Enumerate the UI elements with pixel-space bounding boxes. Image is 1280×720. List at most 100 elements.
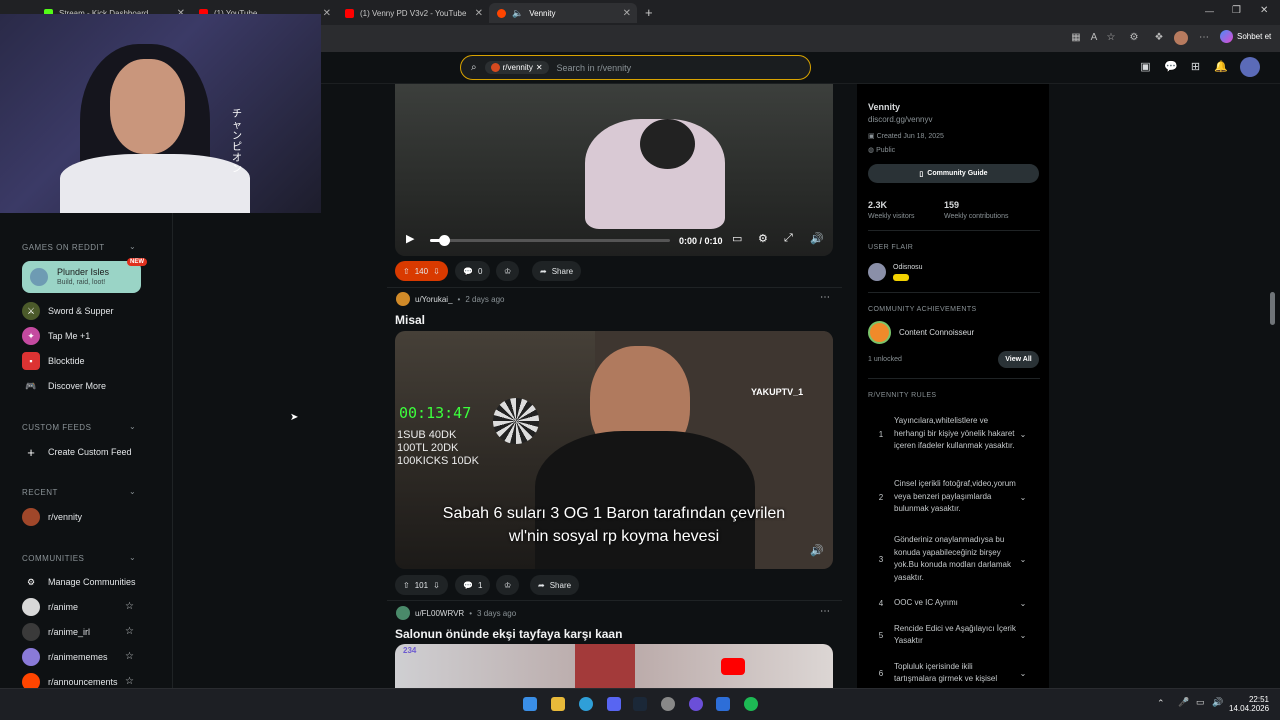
chevron-down-icon[interactable]: ⌄ bbox=[1016, 555, 1030, 564]
extensions-icon[interactable]: ⚙ bbox=[1127, 31, 1141, 45]
post2-comments-button[interactable]: 💬 1 bbox=[455, 575, 491, 595]
split-screen-icon[interactable]: ▦ bbox=[1069, 31, 1083, 45]
close-tab-icon[interactable]: ✕ bbox=[475, 8, 483, 19]
close-tab-icon[interactable]: ✕ bbox=[323, 8, 331, 19]
read-aloud-icon[interactable]: A bbox=[1087, 31, 1101, 45]
community-guide-button[interactable]: ▯ Community Guide bbox=[868, 164, 1039, 183]
downvote-icon[interactable]: ⇩ bbox=[433, 581, 440, 590]
rule-item[interactable]: 2 Cinsel içerikli fotoğraf,video,yorum v… bbox=[868, 472, 1040, 522]
play-icon[interactable]: ▶ bbox=[406, 232, 414, 245]
obs-icon[interactable] bbox=[661, 697, 675, 711]
settings-gear-icon[interactable]: ⚙ bbox=[758, 232, 768, 245]
chevron-down-icon[interactable]: ⌄ bbox=[1016, 631, 1030, 640]
rule-item[interactable]: 5 Rencide Edici ve Aşağılayıcı İçerik Ya… bbox=[868, 622, 1040, 648]
chevron-down-icon[interactable]: ⌄ bbox=[129, 553, 136, 562]
chevron-down-icon[interactable]: ⌄ bbox=[1016, 669, 1030, 678]
new-tab-button[interactable]: + bbox=[645, 5, 653, 20]
post1-share-button[interactable]: ➦ Share bbox=[532, 261, 582, 281]
favorite-star-icon[interactable]: ☆ bbox=[125, 651, 134, 662]
edge-browser-icon[interactable] bbox=[579, 697, 593, 711]
network-icon[interactable]: ▭ bbox=[1196, 697, 1205, 708]
rule-item[interactable]: 3 Gönderiniz onaylanmadıysa bu konuda ya… bbox=[868, 534, 1040, 584]
game-blocktide[interactable]: ▪ Blocktide bbox=[22, 352, 85, 370]
downvote-icon[interactable]: ⇩ bbox=[433, 267, 440, 276]
start-menu-icon[interactable] bbox=[523, 697, 537, 711]
tab-venny-youtube[interactable]: (1) Venny PD V3v2 - YouTube ✕ bbox=[337, 3, 489, 23]
video-progress-knob[interactable] bbox=[439, 235, 451, 246]
chat-icon[interactable]: 💬 bbox=[1164, 61, 1178, 74]
rule-item[interactable]: 1 Yayıncılara,whitelistlere ve herhangi … bbox=[868, 409, 1040, 459]
minimize-button[interactable]: — bbox=[1205, 6, 1214, 16]
community-item-anime[interactable]: r/anime bbox=[22, 598, 78, 616]
app-icon[interactable] bbox=[716, 697, 730, 711]
rule-item[interactable]: 4 OOC ve IC Ayrımı ⌄ bbox=[868, 595, 1040, 611]
rule-item[interactable]: 6 Topluluk içerisinde ikili tartışmalara… bbox=[868, 660, 1040, 686]
post2-share-button[interactable]: ➦ Share bbox=[530, 575, 580, 595]
post3-video[interactable]: 234 bbox=[395, 644, 833, 688]
app-icon[interactable] bbox=[689, 697, 703, 711]
post-more-icon[interactable]: ⋯ bbox=[820, 292, 830, 303]
discover-more-games[interactable]: 🎮 Discover More bbox=[22, 377, 106, 395]
volume-icon[interactable]: 🔊 bbox=[810, 544, 824, 557]
chevron-down-icon[interactable]: ⌄ bbox=[129, 242, 136, 251]
chevron-down-icon[interactable]: ⌄ bbox=[129, 422, 136, 431]
post-more-icon[interactable]: ⋯ bbox=[820, 606, 830, 617]
favorite-star-icon[interactable]: ☆ bbox=[1104, 31, 1118, 45]
search-community-chip[interactable]: r/vennity ✕ bbox=[484, 61, 549, 74]
post2-award-button[interactable]: ♔ bbox=[496, 575, 520, 595]
flair-avatar[interactable] bbox=[868, 263, 886, 281]
create-post-icon[interactable]: ⊞ bbox=[1189, 61, 1202, 74]
upvote-icon[interactable]: ⇧ bbox=[403, 581, 410, 590]
post-title[interactable]: Misal bbox=[395, 313, 425, 327]
expand-icon[interactable]: ⤢ bbox=[784, 232, 793, 245]
spotify-icon[interactable] bbox=[744, 697, 758, 711]
author-avatar[interactable] bbox=[396, 292, 410, 306]
close-tab-icon[interactable]: ✕ bbox=[623, 8, 631, 19]
author-avatar[interactable] bbox=[396, 606, 410, 620]
maximize-button[interactable]: ❐ bbox=[1232, 5, 1241, 16]
copilot-button[interactable]: Sohbet et bbox=[1220, 30, 1271, 43]
create-custom-feed[interactable]: + Create Custom Feed bbox=[22, 443, 131, 461]
view-all-button[interactable]: View All bbox=[998, 351, 1039, 368]
post1-award-button[interactable]: ♔ bbox=[496, 261, 520, 281]
chevron-down-icon[interactable]: ⌄ bbox=[1016, 430, 1030, 439]
page-scrollbar[interactable] bbox=[1270, 292, 1275, 325]
chevron-down-icon[interactable]: ⌄ bbox=[129, 487, 136, 496]
post2-video[interactable]: 00:13:47 1SUB 40DK 100TL 20DK 100KICKS 1… bbox=[395, 331, 833, 569]
post-author[interactable]: u/FL00WRVR bbox=[415, 609, 464, 618]
search-input[interactable]: Search in r/vennity bbox=[557, 63, 632, 73]
notifications-bell-icon[interactable]: 🔔 bbox=[1214, 61, 1228, 74]
collections-icon[interactable]: ❖ bbox=[1152, 31, 1166, 45]
profile-avatar-icon[interactable] bbox=[1174, 31, 1188, 45]
game-tap-me[interactable]: ✦ Tap Me +1 bbox=[22, 327, 90, 345]
manage-communities[interactable]: ⚙ Manage Communities bbox=[22, 573, 136, 591]
file-explorer-icon[interactable] bbox=[551, 697, 565, 711]
community-item-animememes[interactable]: r/animememes bbox=[22, 648, 108, 666]
post-author[interactable]: u/Yorukai_ bbox=[415, 295, 453, 304]
search-bar[interactable]: ⌕ r/vennity ✕ Search in r/vennity bbox=[460, 55, 811, 80]
volume-icon[interactable]: 🔊 bbox=[1212, 697, 1223, 708]
upvote-icon[interactable]: ⇧ bbox=[403, 267, 410, 276]
tray-chevron-icon[interactable]: ⌃ bbox=[1157, 698, 1165, 709]
favorite-star-icon[interactable]: ☆ bbox=[125, 676, 134, 687]
chevron-down-icon[interactable]: ⌄ bbox=[1016, 599, 1030, 608]
microphone-icon[interactable]: 🎤 bbox=[1178, 697, 1189, 708]
discord-icon[interactable] bbox=[607, 697, 621, 711]
tab-vennity[interactable]: 🔈 Vennity ✕ bbox=[489, 3, 637, 23]
advertise-icon[interactable]: ▣ bbox=[1139, 61, 1152, 74]
steam-icon[interactable] bbox=[633, 697, 647, 711]
more-menu-icon[interactable]: ⋯ bbox=[1197, 31, 1211, 45]
remove-chip-icon[interactable]: ✕ bbox=[536, 63, 543, 72]
system-clock[interactable]: 22:51 14.04.2026 bbox=[1229, 695, 1269, 713]
favorite-star-icon[interactable]: ☆ bbox=[125, 601, 134, 612]
achievement-icon[interactable] bbox=[868, 321, 891, 344]
community-item-anime-irl[interactable]: r/anime_irl bbox=[22, 623, 90, 641]
favorite-star-icon[interactable]: ☆ bbox=[125, 626, 134, 637]
recent-item-vennity[interactable]: r/vennity bbox=[22, 508, 82, 526]
close-window-button[interactable]: ✕ bbox=[1260, 5, 1268, 16]
game-sword-supper[interactable]: ⚔ Sword & Supper bbox=[22, 302, 114, 320]
community-link[interactable]: discord.gg/vennyv bbox=[868, 115, 932, 124]
video-progress-track[interactable] bbox=[430, 235, 670, 246]
captions-icon[interactable]: ▭ bbox=[732, 232, 742, 245]
user-avatar-icon[interactable] bbox=[1240, 57, 1260, 77]
